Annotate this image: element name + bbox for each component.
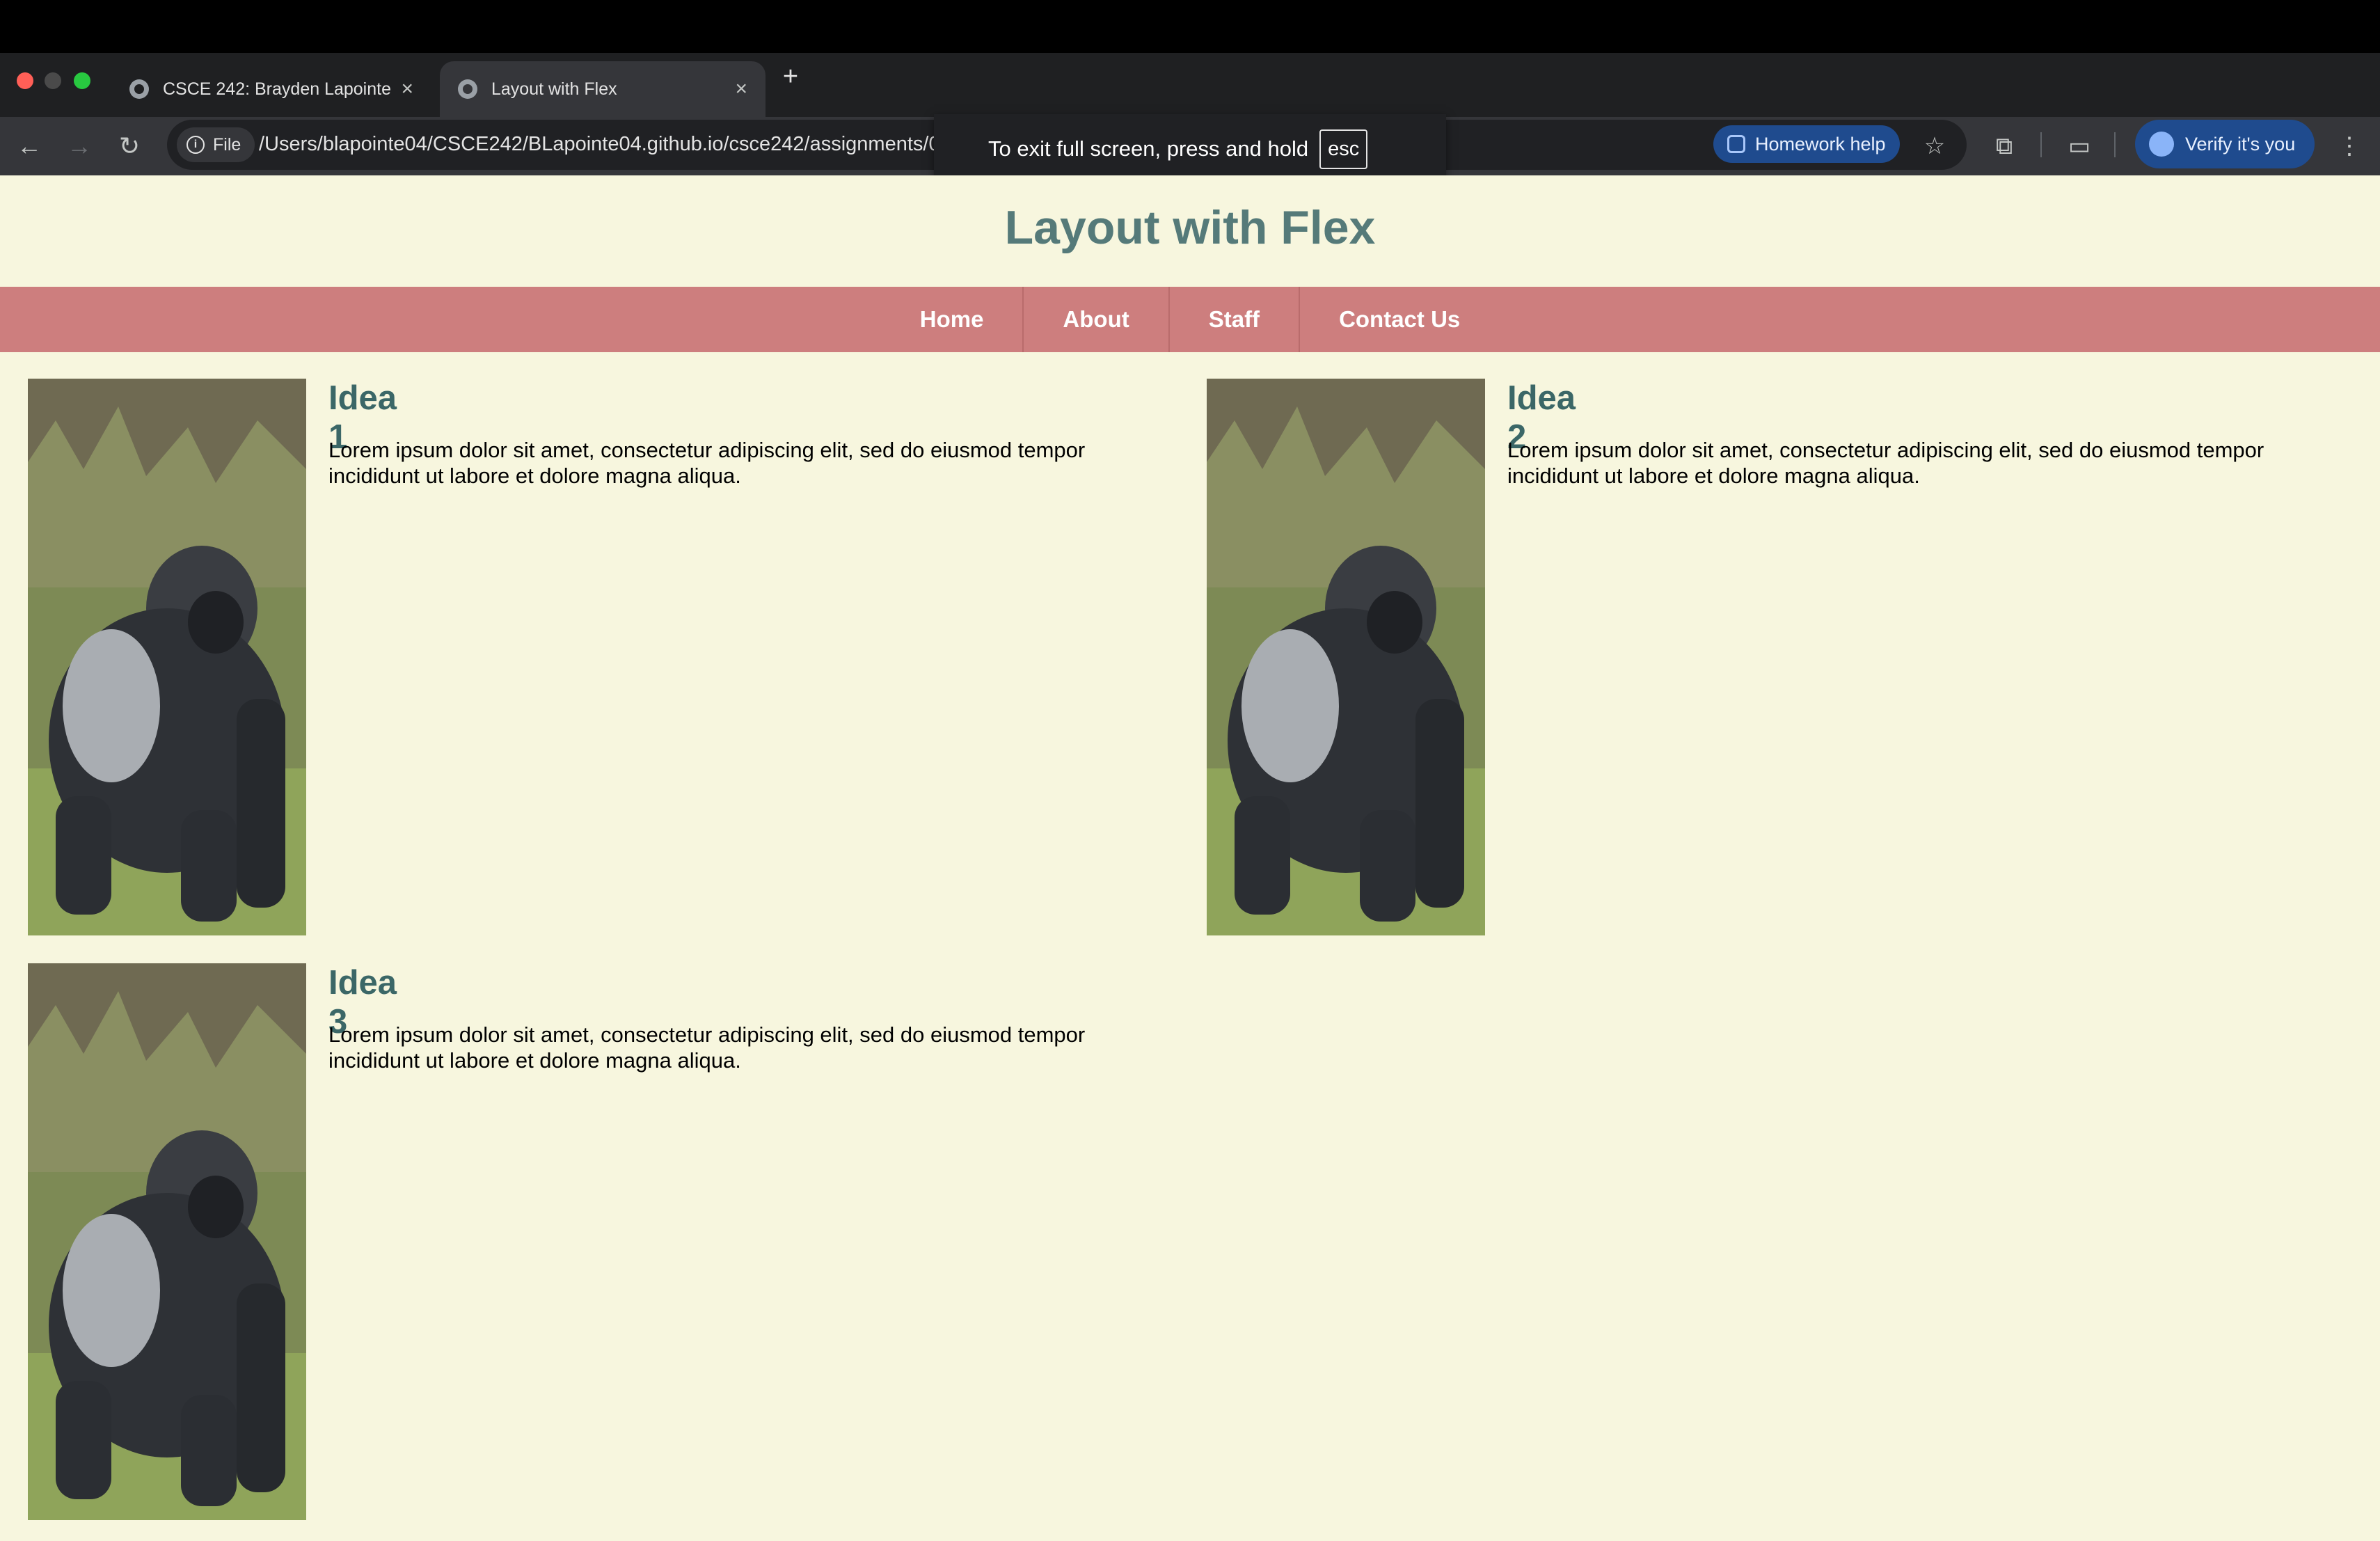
main-nav: Home About Staff Contact Us	[0, 287, 2380, 352]
cast-search-icon[interactable]: ▭	[2061, 128, 2097, 164]
gorilla-image	[28, 379, 306, 935]
page-title: Layout with Flex	[1004, 201, 1376, 254]
toast-text: To exit full screen, press and hold	[988, 136, 1309, 161]
nav-about[interactable]: About	[1022, 287, 1168, 352]
forward-icon[interactable]: →	[61, 128, 97, 164]
idea-text: Lorem ipsum dolor sit amet, consectetur …	[328, 1022, 1086, 1073]
nav-contact-us[interactable]: Contact Us	[1299, 287, 1499, 352]
web-page: Layout with Flex Home About Staff Contac…	[0, 175, 2380, 1541]
avatar	[2149, 132, 2174, 157]
idea-text: Lorem ipsum dolor sit amet, consectetur …	[328, 438, 1086, 488]
homework-help-button[interactable]: Homework help	[1713, 125, 1900, 163]
esc-key-badge: esc	[1319, 129, 1368, 169]
info-icon: i	[187, 136, 205, 154]
extensions-icon[interactable]: ⧉	[1986, 128, 2022, 164]
fullscreen-window-button[interactable]	[74, 72, 90, 89]
nav-staff[interactable]: Staff	[1168, 287, 1299, 352]
close-window-button[interactable]	[17, 72, 33, 89]
gorilla-image	[28, 963, 306, 1520]
tab-title: CSCE 242: Brayden Lapointe	[163, 79, 391, 99]
site-info-chip[interactable]: i File	[177, 127, 255, 162]
browser-tab-active[interactable]: Layout with Flex ×	[440, 61, 765, 117]
toolbar-divider	[2114, 132, 2116, 157]
url-text[interactable]: /Users/blapointe04/CSCE242/BLapointe04.g…	[259, 129, 941, 159]
globe-icon	[129, 79, 149, 99]
nav-home[interactable]: Home	[881, 287, 1023, 352]
close-tab-icon[interactable]: ×	[401, 77, 413, 101]
reload-icon[interactable]: ↻	[111, 128, 148, 164]
menu-kebab-icon[interactable]: ⋮	[2331, 128, 2367, 164]
back-icon[interactable]: ←	[11, 128, 47, 164]
globe-icon	[458, 79, 477, 99]
close-tab-icon[interactable]: ×	[735, 77, 747, 101]
verify-profile-button[interactable]: Verify it's you	[2135, 120, 2315, 168]
screen-top-bar	[0, 0, 2380, 53]
toolbar-divider	[2040, 132, 2042, 157]
new-tab-button[interactable]: +	[777, 63, 804, 90]
gorilla-image	[1207, 379, 1485, 935]
browser-tab[interactable]: CSCE 242: Brayden Lapointe ×	[111, 61, 431, 117]
minimize-window-button[interactable]	[45, 72, 61, 89]
tab-title: Layout with Flex	[491, 79, 617, 99]
fullscreen-toast: To exit full screen, press and hold esc	[934, 114, 1446, 184]
verify-label: Verify it's you	[2185, 133, 2296, 155]
bookmark-star-icon[interactable]: ☆	[1917, 128, 1953, 164]
homework-help-label: Homework help	[1755, 133, 1886, 155]
site-info-label: File	[213, 134, 241, 155]
idea-text: Lorem ipsum dolor sit amet, consectetur …	[1507, 438, 2264, 488]
lens-icon	[1727, 135, 1745, 153]
